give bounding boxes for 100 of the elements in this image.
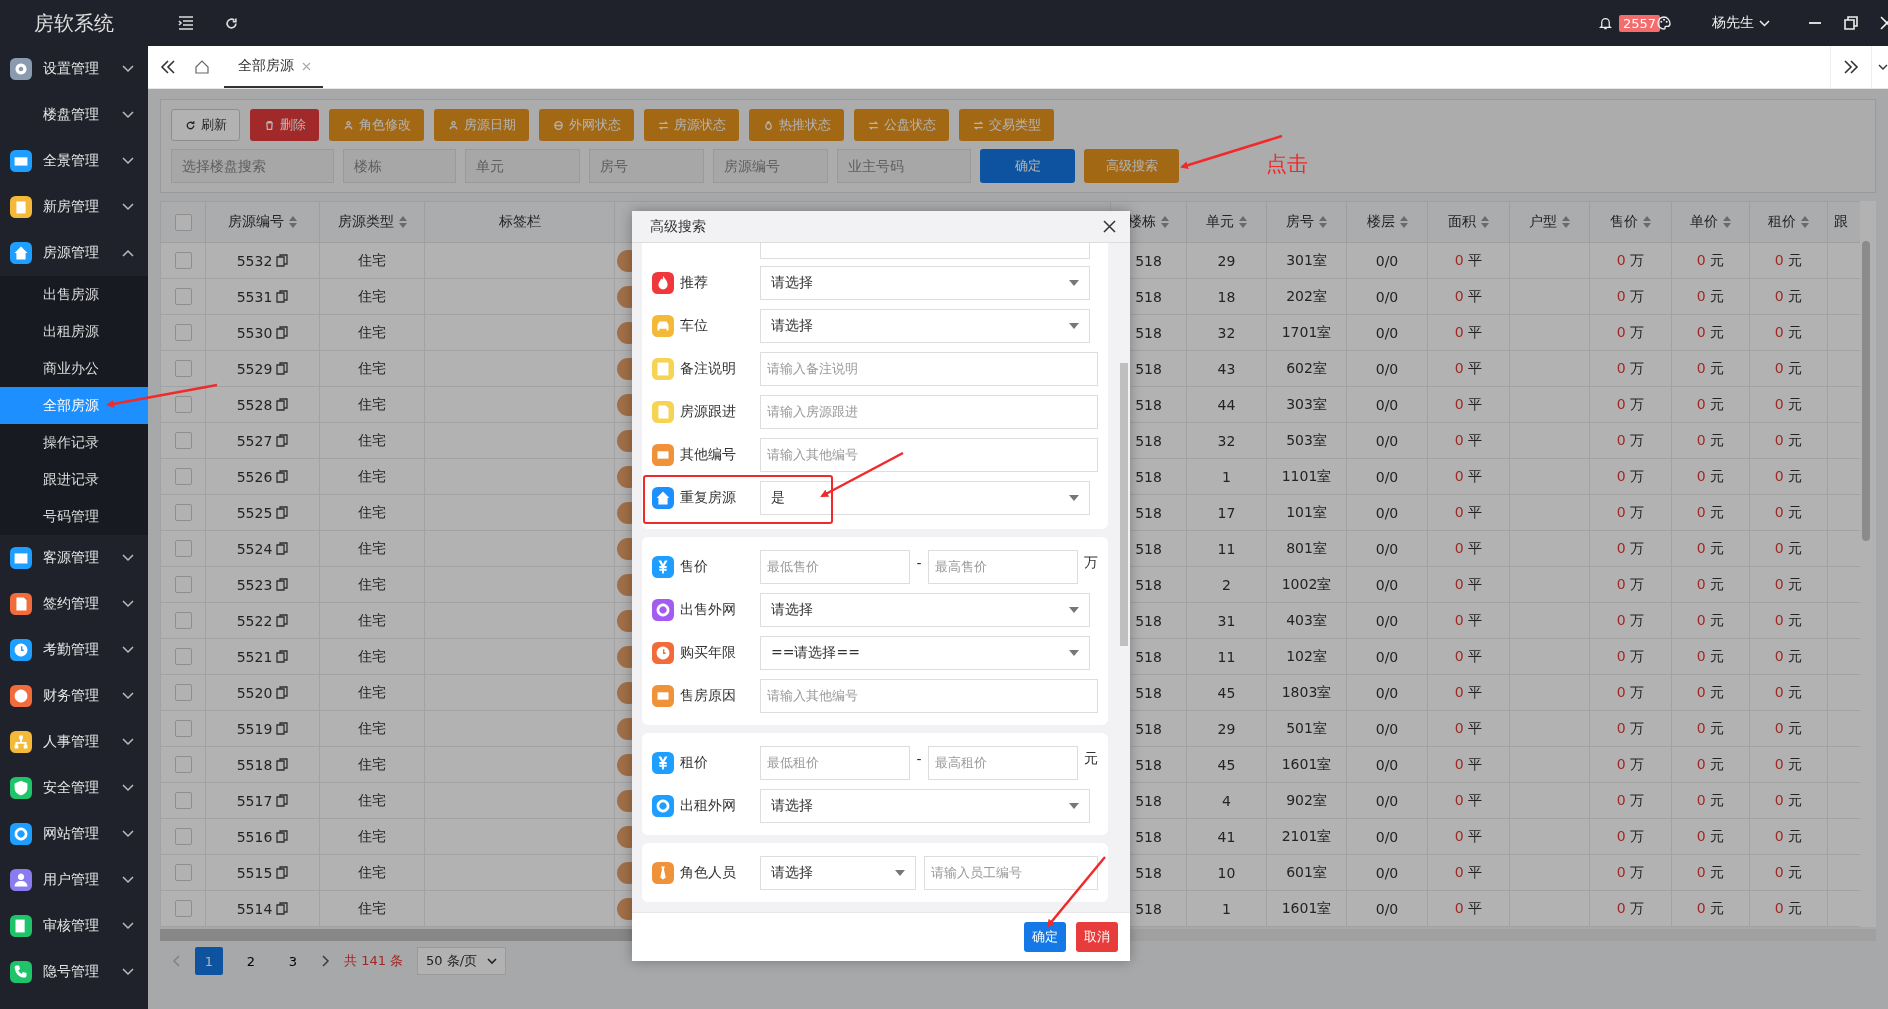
table-cell: 5525 (236, 504, 273, 521)
column-header: 租价 (1768, 213, 1796, 231)
table-cell: 0 平 (1454, 395, 1483, 412)
table-cell: 0/0 (1375, 360, 1399, 377)
table-cell: 0 元 (1774, 431, 1803, 448)
column-header: 户型 (1529, 213, 1557, 231)
table-cell: 0 万 (1616, 251, 1645, 268)
table-cell: 0 平 (1454, 863, 1483, 880)
field-label: 购买年限 (680, 643, 736, 662)
table-cell: 518 (1135, 756, 1162, 773)
column-header: 售价 (1610, 213, 1638, 231)
table-cell: 0/0 (1375, 324, 1399, 341)
table-cell: 住宅 (358, 899, 386, 916)
table-cell: 5517 (236, 792, 273, 809)
table-cell: 0/0 (1375, 684, 1399, 701)
table-cell: 住宅 (358, 539, 386, 556)
table-cell: 0 元 (1774, 251, 1803, 268)
table-cell: 5522 (236, 612, 273, 629)
table-cell: 518 (1135, 792, 1162, 809)
table-cell: 102室 (1286, 647, 1327, 664)
table-cell: 5524 (236, 540, 273, 557)
table-cell: 0 元 (1774, 575, 1803, 592)
table-cell: 0/0 (1375, 756, 1399, 773)
table-cell: 0 元 (1774, 719, 1803, 736)
table-cell: 5531 (236, 288, 273, 305)
table-cell: 0 元 (1774, 647, 1803, 664)
table-cell: 32 (1217, 324, 1236, 341)
table-cell: 0 元 (1774, 539, 1803, 556)
column-header: 房源编号 (228, 213, 284, 231)
table-cell: 0 万 (1616, 647, 1645, 664)
table-cell: 0 元 (1774, 755, 1803, 772)
table-cell: 0/0 (1375, 540, 1399, 557)
table-cell: 29 (1217, 720, 1236, 737)
table-cell: 住宅 (358, 431, 386, 448)
table-cell: 0 元 (1774, 611, 1803, 628)
table-cell: 801室 (1286, 539, 1327, 556)
table-cell: 2101室 (1281, 827, 1332, 844)
table-cell: 5527 (236, 432, 273, 449)
table-cell: 5518 (236, 756, 273, 773)
table-cell: 住宅 (358, 755, 386, 772)
table-cell: 1 (1222, 900, 1231, 917)
table-cell: 0 万 (1616, 611, 1645, 628)
table-cell: 0 元 (1774, 503, 1803, 520)
table-cell: 5520 (236, 684, 273, 701)
column-header: 标签栏 (498, 213, 541, 231)
field-label: 出租外网 (680, 796, 736, 815)
table-cell: 101室 (1286, 503, 1327, 520)
table-cell: 0 平 (1454, 539, 1483, 556)
table-cell: 303室 (1286, 395, 1327, 412)
table-cell: 5521 (236, 648, 273, 665)
table-cell: 518 (1135, 288, 1162, 305)
table-cell: 住宅 (358, 287, 386, 304)
table-cell: 0 元 (1696, 503, 1725, 520)
table-cell: 0/0 (1375, 900, 1399, 917)
table-cell: 0 平 (1454, 251, 1483, 268)
table-cell: 0/0 (1375, 576, 1399, 593)
table-cell: 11 (1217, 540, 1236, 557)
table-cell: 0 元 (1696, 539, 1725, 556)
table-cell: 0 元 (1696, 359, 1725, 376)
table-cell: 0 万 (1616, 827, 1645, 844)
table-cell: 住宅 (358, 323, 386, 340)
table-cell: 601室 (1286, 863, 1327, 880)
table-cell: 32 (1217, 432, 1236, 449)
table-cell: 4 (1222, 792, 1231, 809)
table-cell: 0/0 (1375, 504, 1399, 521)
table-cell: 住宅 (358, 575, 386, 592)
table-cell: 0/0 (1375, 288, 1399, 305)
table-cell: 0 平 (1454, 431, 1483, 448)
table-cell: 602室 (1286, 359, 1327, 376)
total-count: 共 141 条 (344, 952, 404, 970)
table-cell: 0 元 (1774, 467, 1803, 484)
field-label: 车位 (680, 316, 708, 335)
table-cell: 0 万 (1616, 539, 1645, 556)
table-cell: 0 元 (1696, 827, 1725, 844)
table-cell: 0 平 (1454, 647, 1483, 664)
table-cell: 0 万 (1616, 791, 1645, 808)
table-cell: 0 万 (1616, 287, 1645, 304)
table-cell: 0 元 (1696, 899, 1725, 916)
table-cell: 0 万 (1616, 575, 1645, 592)
table-cell: 29 (1217, 252, 1236, 269)
table-cell: 0 万 (1616, 719, 1645, 736)
table-cell: 住宅 (358, 647, 386, 664)
table-cell: 44 (1217, 396, 1236, 413)
table-cell: 住宅 (358, 683, 386, 700)
column-header: 单价 (1690, 213, 1718, 231)
table-cell: 0/0 (1375, 828, 1399, 845)
table-cell: 518 (1135, 828, 1162, 845)
table-cell: 住宅 (358, 251, 386, 268)
table-cell: 518 (1135, 648, 1162, 665)
table-cell: 0 万 (1616, 359, 1645, 376)
field-label: 其他编号 (680, 445, 736, 464)
table-cell: 5529 (236, 360, 273, 377)
table-cell: 0 平 (1454, 503, 1483, 520)
table-cell: 5532 (236, 252, 273, 269)
table-cell: 5528 (236, 396, 273, 413)
table-cell: 518 (1135, 252, 1162, 269)
table-cell: 0 平 (1454, 899, 1483, 916)
table-cell: 0 元 (1696, 647, 1725, 664)
table-cell: 0 万 (1616, 899, 1645, 916)
table-cell: 0 平 (1454, 359, 1483, 376)
